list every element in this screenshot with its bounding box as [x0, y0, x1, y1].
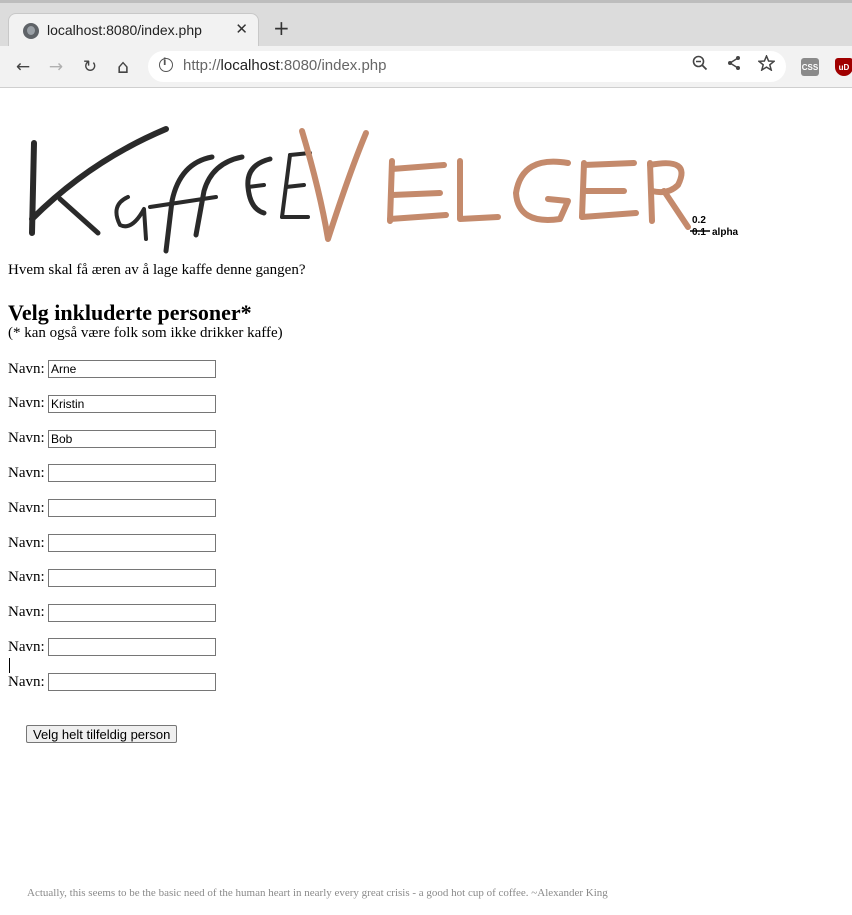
- name-row: Navn:: [8, 394, 216, 413]
- name-input[interactable]: [48, 603, 216, 622]
- forward-icon[interactable]: →: [43, 54, 69, 80]
- zoom-out-icon[interactable]: [692, 55, 708, 75]
- name-input[interactable]: [48, 464, 216, 483]
- name-label: Navn:: [8, 464, 45, 481]
- name-input[interactable]: [48, 534, 216, 552]
- reload-icon[interactable]: ↻: [77, 54, 103, 80]
- name-row: Navn:: [8, 603, 216, 622]
- name-input[interactable]: [48, 568, 216, 587]
- pick-random-person-button[interactable]: Velg helt tilfeldig person: [26, 725, 178, 743]
- name-input[interactable]: [48, 394, 216, 413]
- share-icon[interactable]: [726, 55, 742, 75]
- close-icon[interactable]: ✕: [235, 20, 248, 38]
- name-label: Navn:: [8, 534, 45, 551]
- new-tab-button[interactable]: +: [273, 18, 290, 38]
- intro-text: Hvem skal få æren av å lage kaffe denne …: [8, 262, 306, 278]
- tab-title: localhost:8080/index.php: [47, 22, 202, 38]
- page-content: 0.2 0.1 alpha Hvem skal få æren av å lag…: [0, 89, 852, 915]
- name-label: Navn:: [8, 604, 45, 621]
- name-input[interactable]: [48, 429, 216, 448]
- address-bar[interactable]: http://localhost:8080/index.php: [148, 51, 786, 82]
- home-icon[interactable]: ⌂: [110, 54, 136, 80]
- name-label: Navn:: [8, 395, 45, 412]
- tab-strip: localhost:8080/index.php ✕ +: [0, 0, 852, 49]
- coffee-quote: Actually, this seems to be the basic nee…: [27, 887, 608, 899]
- name-input[interactable]: [48, 673, 216, 692]
- browser-tab[interactable]: localhost:8080/index.php ✕: [8, 13, 259, 49]
- name-row: Navn:: [8, 673, 216, 692]
- version-old: 0.1: [692, 227, 706, 238]
- name-row: Navn:: [8, 499, 216, 518]
- name-label: Navn:: [8, 569, 45, 586]
- url-text[interactable]: http://localhost:8080/index.php: [183, 57, 387, 74]
- name-row: Navn:: [8, 568, 216, 587]
- name-input[interactable]: [48, 638, 216, 657]
- ublock-icon[interactable]: uD: [835, 58, 852, 76]
- name-label: Navn:: [8, 360, 45, 377]
- star-icon[interactable]: [757, 54, 776, 75]
- kaffevelger-logo: 0.2 0.1 alpha: [29, 126, 739, 254]
- name-input[interactable]: [48, 360, 216, 378]
- name-label: Navn:: [8, 430, 45, 447]
- name-row: Navn:: [8, 429, 216, 448]
- subnote-text: (* kan også være folk som ikke drikker k…: [8, 325, 283, 341]
- text-caret: [9, 658, 10, 673]
- name-label: Navn:: [8, 638, 45, 655]
- version-new: 0.2: [692, 215, 706, 226]
- name-row: Navn:: [8, 638, 216, 657]
- back-icon[interactable]: ←: [10, 54, 36, 80]
- name-input[interactable]: [48, 499, 216, 518]
- name-row: Navn:: [8, 534, 216, 552]
- version-suffix: alpha: [712, 227, 739, 238]
- css-extension-icon[interactable]: CSS: [801, 58, 819, 76]
- info-icon[interactable]: [159, 57, 173, 72]
- browser-toolbar: ← → ↻ ⌂ http://localhost:8080/index.php …: [0, 46, 852, 88]
- name-label: Navn:: [8, 673, 45, 690]
- name-row: Navn:: [8, 360, 216, 378]
- name-label: Navn:: [8, 499, 45, 516]
- name-row: Navn:: [8, 464, 216, 483]
- page-heading: Velg inkluderte personer*: [8, 300, 252, 325]
- globe-icon: [23, 23, 39, 39]
